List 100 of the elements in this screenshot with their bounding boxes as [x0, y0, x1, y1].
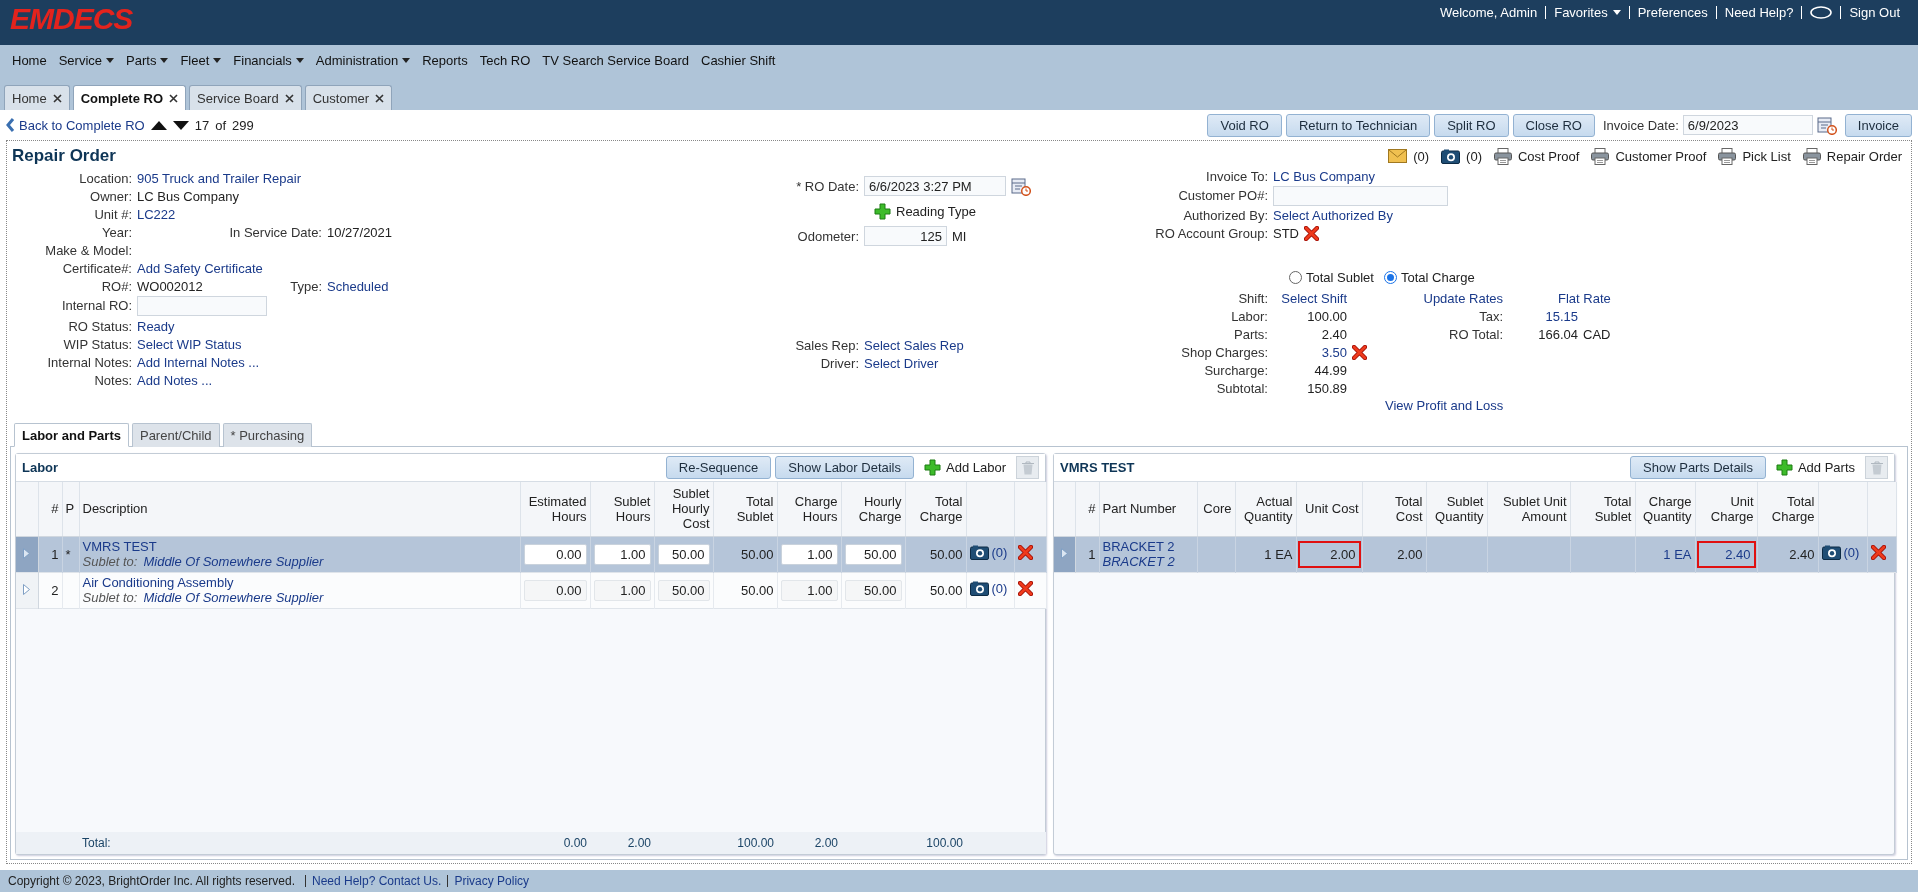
- supplier-link[interactable]: Middle Of Somewhere Supplier: [143, 590, 324, 605]
- total-link[interactable]: Select Shift: [1273, 290, 1347, 306]
- photos-link[interactable]: (0): [1441, 148, 1482, 164]
- nav-menu-item[interactable]: Fleet: [174, 53, 228, 68]
- action-button[interactable]: Return to Technician: [1285, 113, 1431, 137]
- field-link[interactable]: LC222: [137, 206, 176, 222]
- email-link[interactable]: (0): [1388, 148, 1430, 164]
- number-field[interactable]: 50.00: [657, 579, 710, 601]
- print-link[interactable]: Cost Proof: [1494, 147, 1580, 165]
- action-button[interactable]: Void RO: [1207, 113, 1282, 137]
- field-link[interactable]: Ready: [137, 318, 175, 334]
- text-field[interactable]: [1273, 185, 1448, 206]
- attachments-link[interactable]: (0): [969, 581, 1008, 596]
- date-field[interactable]: 6/9/2023: [1682, 115, 1813, 135]
- attachments-link[interactable]: (0): [969, 545, 1008, 560]
- field-link[interactable]: Select Sales Rep: [864, 337, 964, 353]
- profit-loss-link[interactable]: View Profit and Loss: [1385, 398, 1504, 413]
- description-link[interactable]: VMRS TEST: [82, 539, 517, 554]
- print-link[interactable]: Customer Proof: [1591, 147, 1707, 165]
- row-handle[interactable]: [16, 536, 38, 572]
- back-link[interactable]: Back to Complete RO: [6, 117, 145, 133]
- field-link[interactable]: 905 Truck and Trailer Repair: [137, 170, 302, 186]
- number-field[interactable]: 50.00: [657, 543, 710, 565]
- toolbar-button[interactable]: Re-Sequence: [665, 456, 772, 479]
- nav-menu-item[interactable]: Administration: [309, 53, 417, 68]
- field-link[interactable]: Scheduled: [327, 278, 389, 294]
- flat-rate-link[interactable]: Flat Rate: [1558, 290, 1611, 306]
- text-field[interactable]: [137, 296, 267, 316]
- section-tab[interactable]: * Purchasing: [222, 423, 313, 447]
- total-link[interactable]: 15.15: [1508, 308, 1578, 324]
- field-link[interactable]: Add Internal Notes ...: [137, 354, 260, 370]
- nav-menu-item[interactable]: TV Search Service Board: [536, 53, 695, 68]
- nav-menu-item[interactable]: Tech RO: [473, 53, 537, 68]
- section-tab[interactable]: Parent/Child: [131, 423, 220, 447]
- remove-icon[interactable]: [1352, 344, 1367, 360]
- number-field[interactable]: 0.00: [523, 543, 587, 565]
- number-field[interactable]: 50.00: [844, 579, 902, 601]
- remove-icon[interactable]: [1304, 225, 1319, 241]
- update-rates-link[interactable]: Update Rates: [1401, 290, 1503, 306]
- invoice-button[interactable]: Invoice: [1844, 113, 1912, 137]
- row-handle[interactable]: [1054, 536, 1075, 572]
- close-icon[interactable]: [284, 93, 294, 103]
- nav-menu-item[interactable]: Financials: [227, 53, 310, 68]
- calendar-icon[interactable]: [1011, 176, 1031, 196]
- field-link[interactable]: Select Driver: [864, 355, 939, 371]
- nav-menu-item[interactable]: Home: [6, 53, 53, 68]
- field-link[interactable]: Select Authorized By: [1273, 207, 1393, 223]
- close-icon[interactable]: [52, 93, 62, 103]
- number-field[interactable]: 50.00: [844, 543, 902, 565]
- header-link[interactable]: Preferences: [1628, 6, 1716, 19]
- action-button[interactable]: Split RO: [1434, 113, 1509, 137]
- radio-option[interactable]: Total Sublet: [1289, 270, 1374, 285]
- calendar-icon[interactable]: [1816, 115, 1837, 135]
- field-link[interactable]: Add Notes ...: [137, 372, 213, 388]
- total-link[interactable]: 3.50: [1273, 344, 1347, 360]
- toolbar-button[interactable]: Show Parts Details: [1630, 456, 1766, 479]
- attachments-link[interactable]: (0): [1821, 545, 1860, 560]
- oval-icon[interactable]: [1810, 6, 1833, 19]
- number-field[interactable]: 1.00: [593, 543, 651, 565]
- footer-link[interactable]: Need Help? Contact Us.: [304, 875, 448, 887]
- supplier-link[interactable]: Middle Of Somewhere Supplier: [143, 554, 324, 569]
- number-field[interactable]: 0.00: [523, 579, 587, 601]
- nav-menu-item[interactable]: Parts: [120, 53, 175, 68]
- date-field[interactable]: 6/6/2023 3:27 PM: [864, 176, 1006, 196]
- page-tab[interactable]: Home: [4, 85, 70, 110]
- close-icon[interactable]: [375, 93, 385, 103]
- action-button[interactable]: Close RO: [1512, 113, 1595, 137]
- reading-type-link[interactable]: Reading Type: [874, 202, 976, 220]
- number-field[interactable]: 1.00: [593, 579, 651, 601]
- page-tab[interactable]: Complete RO: [72, 85, 187, 110]
- field-link[interactable]: Add Safety Certificate: [137, 260, 263, 276]
- up-arrow-icon[interactable]: [150, 120, 167, 130]
- header-link[interactable]: Sign Out: [1840, 6, 1908, 19]
- delete-icon[interactable]: [1017, 545, 1033, 560]
- favorites-menu[interactable]: Favorites: [1545, 6, 1629, 19]
- add-parts-link[interactable]: Add Parts: [1775, 459, 1855, 476]
- field-link[interactable]: LC Bus Company: [1273, 168, 1375, 184]
- row-handle[interactable]: [16, 572, 38, 608]
- page-tab[interactable]: Service Board: [189, 85, 302, 110]
- section-tab[interactable]: Labor and Parts: [14, 423, 129, 447]
- field-link[interactable]: Select WIP Status: [137, 336, 242, 352]
- description-link[interactable]: Air Conditioning Assembly: [82, 575, 517, 590]
- footer-link[interactable]: Privacy Policy: [447, 875, 536, 887]
- delete-icon[interactable]: [1870, 545, 1886, 560]
- number-field[interactable]: 1.00: [780, 579, 838, 601]
- print-link[interactable]: Repair Order: [1802, 147, 1902, 165]
- print-link[interactable]: Pick List: [1718, 147, 1791, 165]
- close-icon[interactable]: [169, 93, 179, 103]
- nav-menu-item[interactable]: Service: [52, 53, 121, 68]
- nav-menu-item[interactable]: Cashier Shift: [695, 53, 782, 68]
- down-arrow-icon[interactable]: [172, 120, 189, 130]
- odometer-field[interactable]: 125: [864, 226, 947, 246]
- number-field[interactable]: 1.00: [780, 543, 838, 565]
- add-labor-link[interactable]: Add Labor: [924, 459, 1006, 476]
- nav-menu-item[interactable]: Reports: [416, 53, 474, 68]
- toolbar-button[interactable]: Show Labor Details: [775, 456, 914, 479]
- delete-icon[interactable]: [1017, 581, 1033, 596]
- header-link[interactable]: Need Help?: [1715, 6, 1802, 19]
- part-link[interactable]: BRACKET 2: [1102, 539, 1194, 554]
- page-tab[interactable]: Customer: [304, 85, 393, 110]
